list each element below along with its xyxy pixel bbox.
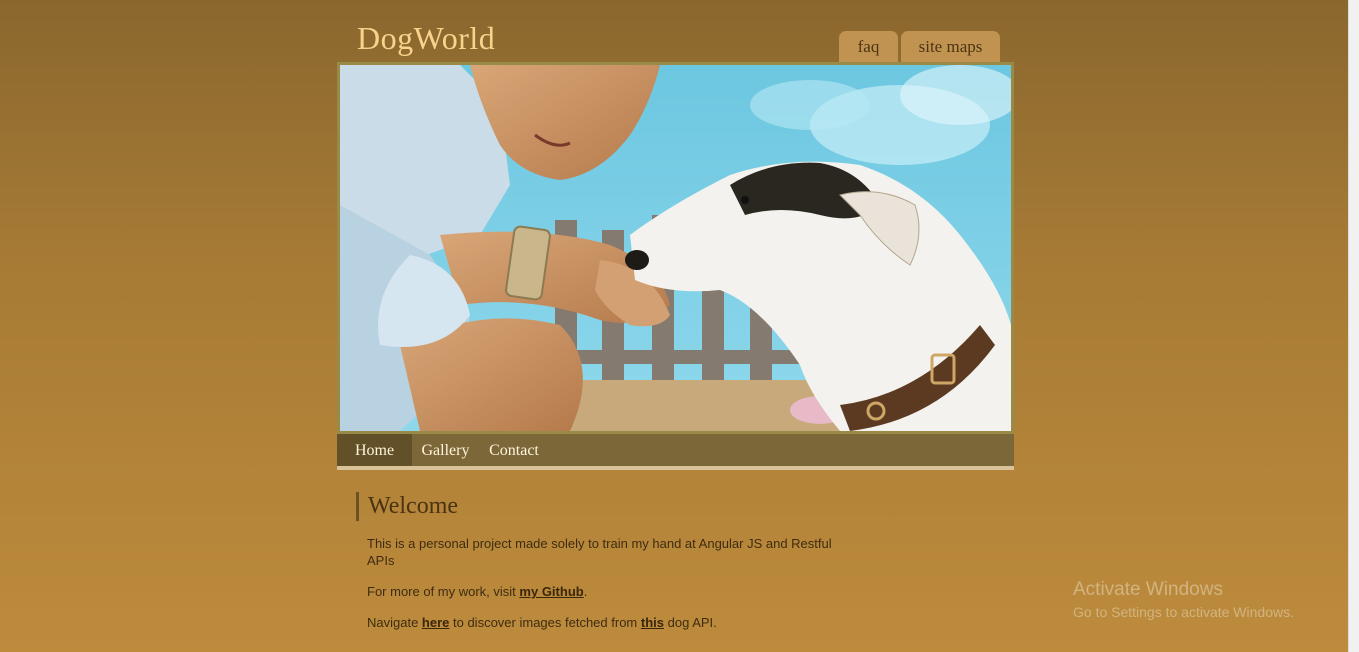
- activate-windows-subtitle: Go to Settings to activate Windows.: [1073, 604, 1294, 620]
- activate-windows-watermark: Activate Windows Go to Settings to activ…: [1073, 578, 1294, 622]
- nav-gallery-label[interactable]: Gallery: [422, 442, 470, 459]
- vertical-scrollbar[interactable]: [1348, 0, 1359, 652]
- tab-faq-label[interactable]: faq: [839, 31, 898, 62]
- intro-paragraph: This is a personal project made solely t…: [367, 536, 832, 568]
- woman-and-dog-illustration: [340, 65, 1011, 431]
- navigate-text-before: Navigate: [367, 615, 422, 630]
- activate-windows-title: Activate Windows: [1073, 579, 1223, 600]
- nav-contact[interactable]: Contact: [479, 434, 549, 466]
- navigate-paragraph: Navigate here to discover images fetched…: [367, 614, 836, 631]
- tab-site-maps-label[interactable]: site maps: [901, 31, 1000, 62]
- nav-contact-label[interactable]: Contact: [489, 442, 539, 459]
- github-text-before: For more of my work, visit: [367, 584, 520, 599]
- github-text-after: .: [583, 584, 588, 599]
- navigate-text-middle: to discover images fetched from: [449, 615, 641, 630]
- here-link[interactable]: here: [422, 615, 449, 630]
- nav-home[interactable]: Home: [337, 434, 412, 466]
- github-link[interactable]: my Github: [519, 584, 583, 599]
- nav-gallery[interactable]: Gallery: [412, 434, 479, 466]
- hero-image: [337, 62, 1014, 434]
- nav-home-label[interactable]: Home: [355, 442, 394, 459]
- main-nav: Home Gallery Contact: [337, 434, 1014, 470]
- site-logo[interactable]: DogWorld: [357, 20, 495, 57]
- page-title: Welcome: [356, 492, 836, 521]
- github-paragraph: For more of my work, visit my Github.: [367, 583, 836, 600]
- main-content: Welcome This is a personal project made …: [356, 492, 836, 631]
- dog-api-link[interactable]: this: [641, 615, 664, 630]
- navigate-text-after: dog API.: [664, 615, 717, 630]
